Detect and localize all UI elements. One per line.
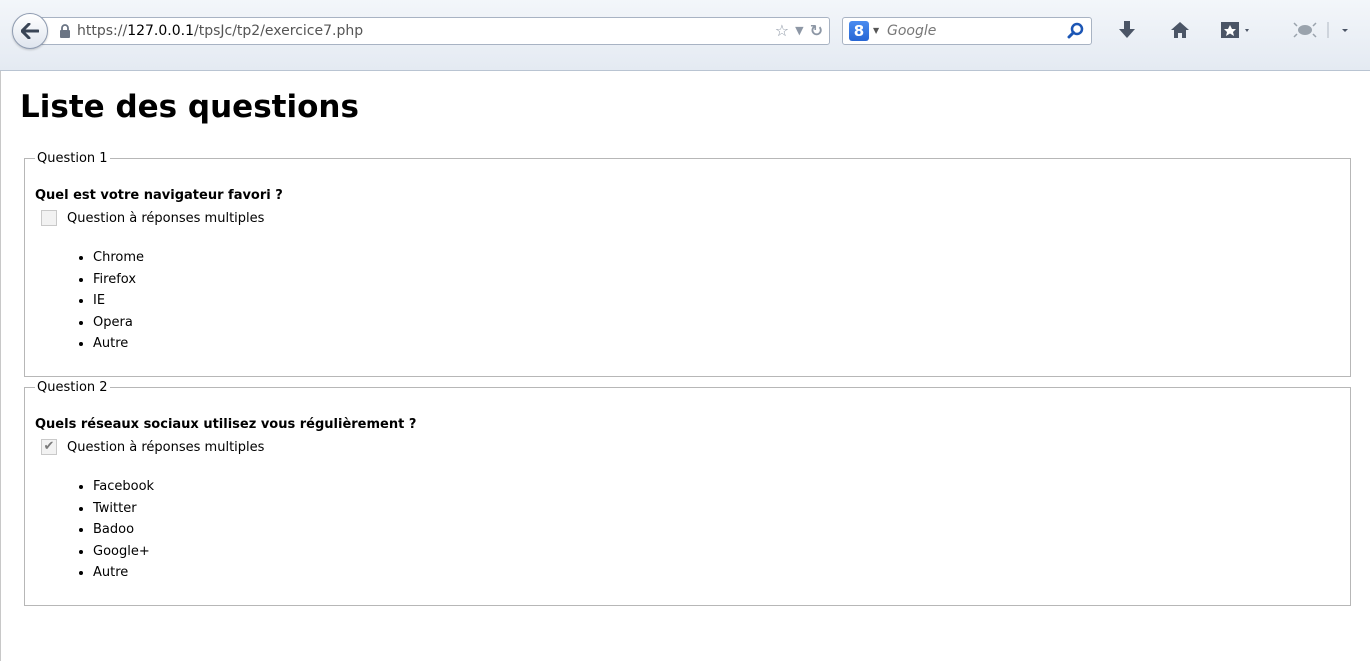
search-input[interactable]: Google — [887, 23, 936, 39]
answer-item: Google+ — [93, 541, 154, 563]
reload-icon[interactable]: ↻ — [810, 22, 823, 40]
bug-icon[interactable] — [1292, 20, 1352, 44]
question-legend: Question 2 — [37, 380, 108, 395]
answer-list: Facebook Twitter Badoo Google+ Autre — [67, 476, 154, 584]
question-fieldset-2: Question 2 Quels réseaux sociaux utilise… — [24, 380, 1351, 606]
chevron-down-icon[interactable]: ▼ — [873, 26, 879, 35]
question-text: Quels réseaux sociaux utilisez vous régu… — [35, 417, 417, 432]
answer-item: Badoo — [93, 519, 154, 541]
url-bar[interactable]: https://127.0.0.1/tpsJc/tp2/exercice7.ph… — [38, 17, 830, 45]
triangle-down-icon[interactable]: ▼ — [795, 22, 803, 40]
answer-item: IE — [93, 290, 144, 312]
page-content: Liste des questions Question 1 Quel est … — [0, 71, 1370, 661]
checkbox-label: Question à réponses multiples — [67, 439, 265, 455]
answer-item: Autre — [93, 562, 154, 584]
home-icon[interactable] — [1170, 20, 1190, 44]
answer-item: Firefox — [93, 269, 144, 291]
back-arrow-icon — [21, 23, 39, 39]
star-icon[interactable]: ☆ — [775, 22, 789, 40]
answer-item: Chrome — [93, 247, 144, 269]
multi-answer-checkbox[interactable] — [41, 210, 57, 226]
search-engine-icon[interactable]: 8 — [849, 21, 869, 41]
magnifier-icon[interactable] — [1067, 22, 1085, 44]
multi-answer-option[interactable]: ✔ Question à réponses multiples — [41, 439, 264, 455]
answer-item: Opera — [93, 312, 144, 334]
checkbox-label: Question à réponses multiples — [67, 210, 265, 226]
back-button[interactable] — [12, 13, 48, 49]
url-text[interactable]: https://127.0.0.1/tpsJc/tp2/exercice7.ph… — [77, 23, 363, 39]
addon-icon[interactable] — [1220, 20, 1256, 44]
question-legend: Question 1 — [37, 151, 108, 166]
page-title: Liste des questions — [20, 89, 359, 125]
answer-item: Facebook — [93, 476, 154, 498]
question-fieldset-1: Question 1 Quel est votre navigateur fav… — [24, 151, 1351, 377]
answer-list: Chrome Firefox IE Opera Autre — [67, 247, 144, 355]
answer-item: Twitter — [93, 498, 154, 520]
answer-item: Autre — [93, 333, 144, 355]
multi-answer-checkbox[interactable]: ✔ — [41, 439, 57, 455]
lock-icon[interactable] — [59, 24, 71, 43]
search-bar[interactable]: 8 ▼ Google — [842, 17, 1092, 45]
question-text: Quel est votre navigateur favori ? — [35, 188, 283, 203]
browser-toolbar: https://127.0.0.1/tpsJc/tp2/exercice7.ph… — [0, 0, 1370, 71]
checkmark-icon: ✔ — [43, 439, 55, 454]
download-arrow-icon[interactable] — [1118, 20, 1136, 44]
multi-answer-option[interactable]: Question à réponses multiples — [41, 210, 264, 226]
